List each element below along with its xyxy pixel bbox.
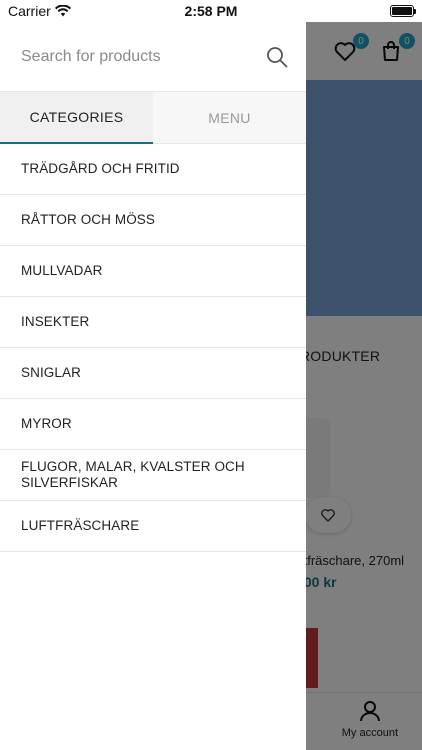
category-label: INSEKTER [21, 314, 90, 330]
search-input[interactable] [21, 47, 265, 66]
category-label: TRÄDGÅRD OCH FRITID [21, 161, 180, 177]
category-item[interactable]: SNIGLAR [0, 348, 306, 399]
search-bar [0, 22, 306, 92]
category-item[interactable]: FLUGOR, MALAR, KVALSTER OCH SILVERFISKAR [0, 450, 306, 501]
category-item[interactable]: MULLVADAR [0, 246, 306, 297]
status-bar: Carrier 2:58 PM [0, 0, 422, 22]
category-label: MULLVADAR [21, 263, 103, 279]
category-label: MYROR [21, 416, 72, 432]
drawer-tabs: CATEGORIES MENU [0, 92, 306, 144]
category-item[interactable]: TRÄDGÅRD OCH FRITID [0, 144, 306, 195]
category-label: SNIGLAR [21, 365, 81, 381]
carrier-info: Carrier [8, 3, 71, 19]
tab-categories[interactable]: CATEGORIES [0, 92, 153, 144]
category-label: LUFTFRÄSCHARE [21, 518, 140, 534]
search-icon [267, 46, 288, 67]
category-item[interactable]: LUFTFRÄSCHARE [0, 501, 306, 552]
tab-menu[interactable]: MENU [153, 92, 306, 144]
category-item[interactable]: RÅTTOR OCH MÖSS [0, 195, 306, 246]
category-list: TRÄDGÅRD OCH FRITID RÅTTOR OCH MÖSS MULL… [0, 144, 306, 552]
category-item[interactable]: INSEKTER [0, 297, 306, 348]
category-label: RÅTTOR OCH MÖSS [21, 212, 156, 228]
category-label: FLUGOR, MALAR, KVALSTER OCH SILVERFISKAR [21, 459, 245, 490]
carrier-name: Carrier [8, 3, 51, 19]
search-button[interactable] [265, 45, 289, 69]
category-item[interactable]: MYROR [0, 399, 306, 450]
side-drawer: CATEGORIES MENU TRÄDGÅRD OCH FRITID RÅTT… [0, 22, 306, 750]
battery-icon [390, 5, 416, 17]
wifi-icon [54, 5, 71, 17]
